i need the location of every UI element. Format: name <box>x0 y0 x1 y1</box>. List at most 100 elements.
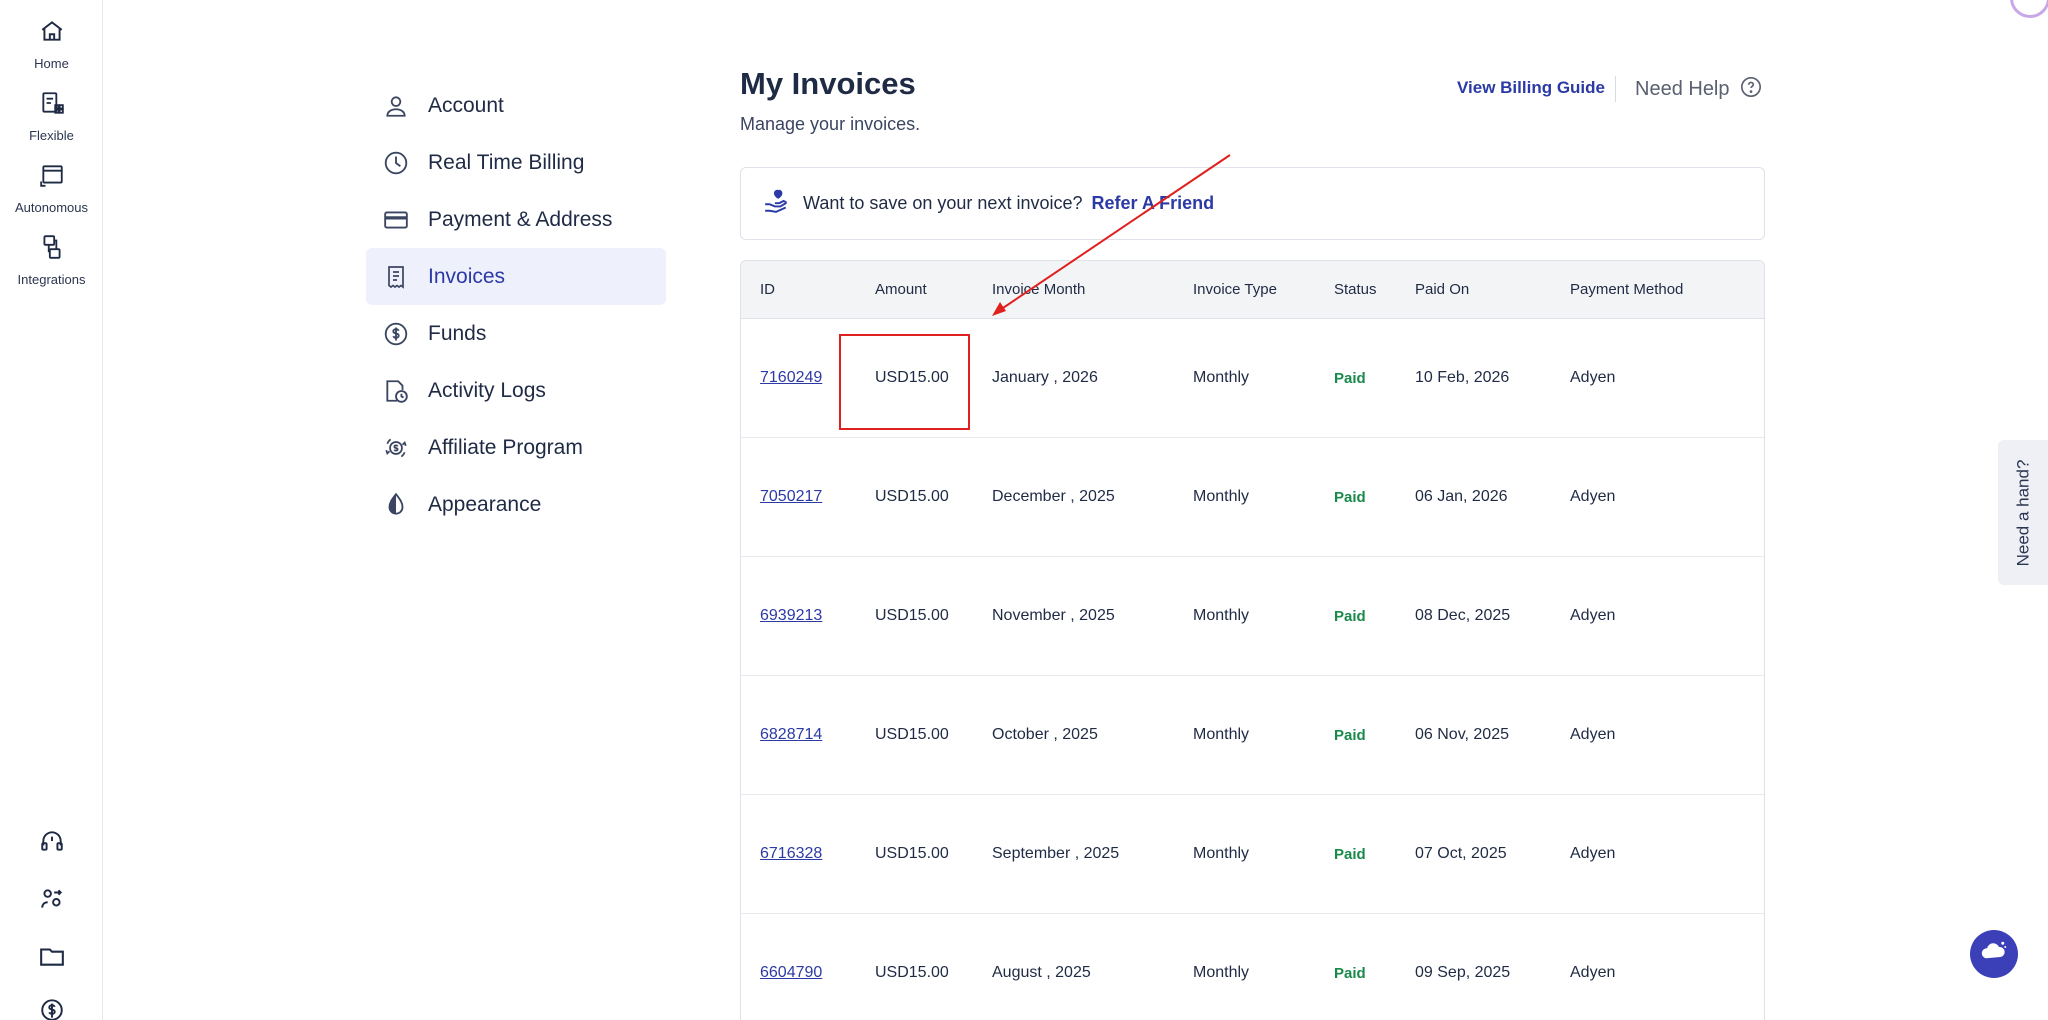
paid-on-date: 06 Jan, 2026 <box>1415 488 1508 505</box>
view-billing-guide-link[interactable]: View Billing Guide <box>1457 78 1605 98</box>
user-icon <box>382 92 410 120</box>
need-help-button[interactable]: Need Help <box>1635 76 1762 103</box>
table-row: 6828714 USD15.00 October , 2025 Monthly … <box>741 676 1764 795</box>
nav-item-affiliate-program[interactable]: Affiliate Program <box>366 419 666 476</box>
rail-folder-button[interactable] <box>0 943 103 974</box>
status-badge: Paid <box>1334 727 1366 744</box>
nav-item-appearance[interactable]: Appearance <box>366 476 666 533</box>
invoice-amount: USD15.00 <box>875 369 949 386</box>
settings-nav: Account Real Time Billing Payment & Addr… <box>366 77 666 533</box>
invoice-month: August , 2025 <box>992 964 1091 981</box>
nav-item-label: Affiliate Program <box>428 435 583 459</box>
table-row: 6716328 USD15.00 September , 2025 Monthl… <box>741 795 1764 914</box>
invoice-amount: USD15.00 <box>875 964 949 981</box>
column-header-id: ID <box>760 281 775 298</box>
need-a-hand-tab[interactable]: Need a hand? <box>1998 440 2048 585</box>
left-rail: Home Flexible Autonomous Integrations <box>0 0 103 1020</box>
paid-on-date: 10 Feb, 2026 <box>1415 369 1510 386</box>
status-badge: Paid <box>1334 965 1366 982</box>
paid-on-date: 08 Dec, 2025 <box>1415 607 1511 624</box>
refer-a-friend-link[interactable]: Refer A Friend <box>1091 193 1214 214</box>
rail-item-home[interactable]: Home <box>0 16 103 71</box>
table-row: 6604790 USD15.00 August , 2025 Monthly P… <box>741 914 1764 1020</box>
need-a-hand-label: Need a hand? <box>2013 459 2033 566</box>
rail-billing-button[interactable] <box>0 996 103 1020</box>
activity-log-icon <box>382 377 410 405</box>
question-icon <box>1740 76 1762 103</box>
rail-item-autonomous[interactable]: Autonomous <box>0 160 103 215</box>
column-header-invoice-type: Invoice Type <box>1193 281 1277 298</box>
invoice-type: Monthly <box>1193 369 1250 386</box>
invoice-type: Monthly <box>1193 607 1250 624</box>
nav-item-funds[interactable]: Funds <box>366 305 666 362</box>
header-divider <box>1615 76 1616 102</box>
rail-item-flexible[interactable]: Flexible <box>0 88 103 143</box>
paid-on-date: 07 Oct, 2025 <box>1415 845 1507 862</box>
dollar-icon <box>382 320 410 348</box>
column-header-status: Status <box>1334 281 1377 298</box>
rail-user-switch-button[interactable] <box>0 886 103 917</box>
invoice-id-link[interactable]: 6828714 <box>760 726 822 744</box>
payment-method: Adyen <box>1570 964 1616 981</box>
nav-item-invoices[interactable]: Invoices <box>366 248 666 305</box>
table-row: 7160249 USD15.00 January , 2026 Monthly … <box>741 319 1764 438</box>
invoice-type: Monthly <box>1193 726 1250 743</box>
invoice-month: November , 2025 <box>992 607 1115 624</box>
invoice-id-link[interactable]: 6939213 <box>760 607 822 625</box>
nav-item-activity-logs[interactable]: Activity Logs <box>366 362 666 419</box>
chat-bot-button[interactable] <box>1970 930 2018 978</box>
status-badge: Paid <box>1334 608 1366 625</box>
profile-avatar[interactable] <box>2010 0 2048 18</box>
nav-item-label: Account <box>428 93 504 117</box>
invoices-table: ID Amount Invoice Month Invoice Type Sta… <box>740 260 1765 1020</box>
invoice-month: January , 2026 <box>992 369 1098 386</box>
nav-item-label: Appearance <box>428 492 542 516</box>
rail-label: Home <box>34 56 69 71</box>
column-header-amount: Amount <box>875 281 927 298</box>
autonomous-icon <box>37 160 67 190</box>
rail-support-button[interactable] <box>0 828 103 859</box>
status-badge: Paid <box>1334 846 1366 863</box>
flexible-icon <box>37 88 67 118</box>
integrations-icon <box>37 232 67 262</box>
table-row: 7050217 USD15.00 December , 2025 Monthly… <box>741 438 1764 557</box>
column-header-invoice-month: Invoice Month <box>992 281 1086 298</box>
table-header: ID Amount Invoice Month Invoice Type Sta… <box>741 261 1764 319</box>
invoice-id-link[interactable]: 6716328 <box>760 845 822 863</box>
affiliate-icon <box>382 434 410 462</box>
invoice-amount: USD15.00 <box>875 726 949 743</box>
table-row: 6939213 USD15.00 November , 2025 Monthly… <box>741 557 1764 676</box>
paid-on-date: 09 Sep, 2025 <box>1415 964 1511 981</box>
payment-method: Adyen <box>1570 726 1616 743</box>
nav-item-payment-address[interactable]: Payment & Address <box>366 191 666 248</box>
payment-method: Adyen <box>1570 845 1616 862</box>
payment-method: Adyen <box>1570 369 1616 386</box>
chat-bot-icon <box>1979 937 2009 972</box>
page-subtitle: Manage your invoices. <box>740 114 921 134</box>
nav-item-label: Payment & Address <box>428 207 613 231</box>
user-switch-icon <box>39 886 65 917</box>
need-help-label: Need Help <box>1635 78 1730 100</box>
payment-method: Adyen <box>1570 607 1616 624</box>
nav-item-label: Invoices <box>428 264 506 288</box>
rail-item-integrations[interactable]: Integrations <box>0 232 103 287</box>
clock-icon <box>382 149 410 177</box>
invoice-id-link[interactable]: 7160249 <box>760 369 822 387</box>
invoice-id-link[interactable]: 6604790 <box>760 964 822 982</box>
invoice-month: September , 2025 <box>992 845 1120 862</box>
invoice-type: Monthly <box>1193 964 1250 981</box>
invoice-icon <box>382 263 410 291</box>
billing-icon <box>38 996 66 1020</box>
payment-method: Adyen <box>1570 488 1616 505</box>
invoice-amount: USD15.00 <box>875 607 949 624</box>
column-header-paid-on: Paid On <box>1415 281 1470 298</box>
nav-item-label: Real Time Billing <box>428 150 585 174</box>
nav-item-account[interactable]: Account <box>366 77 666 134</box>
rail-label: Autonomous <box>15 200 88 215</box>
invoice-id-link[interactable]: 7050217 <box>760 488 822 506</box>
rail-label: Flexible <box>29 128 74 143</box>
nav-item-real-time-billing[interactable]: Real Time Billing <box>366 134 666 191</box>
invoice-type: Monthly <box>1193 845 1250 862</box>
status-badge: Paid <box>1334 489 1366 506</box>
appearance-icon <box>382 491 410 519</box>
